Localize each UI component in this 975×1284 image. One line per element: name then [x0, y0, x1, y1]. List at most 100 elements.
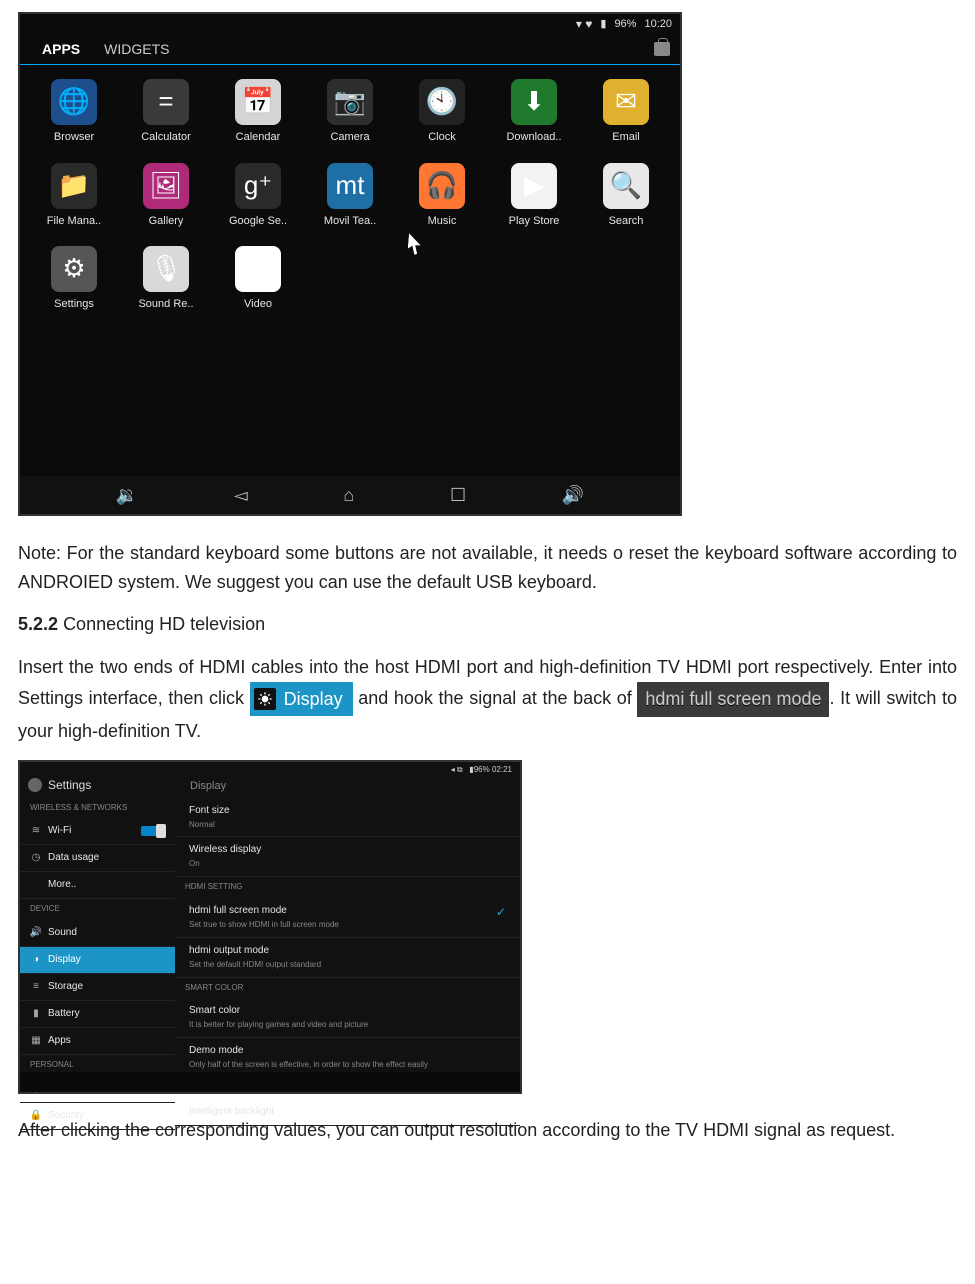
settings-item-sound[interactable]: 🔊 Sound [20, 920, 175, 947]
settings-item-label: Sound [48, 925, 77, 941]
settings-item-more-[interactable]: More.. [20, 872, 175, 899]
settings-item-icon: ▦ [30, 1035, 42, 1047]
settings-item-icon: ≡ [30, 981, 42, 993]
shop-icon[interactable] [654, 42, 670, 56]
settings-display-screenshot: ◂ ⧉ ▮96% 02:21 Settings Display WIRELESS… [18, 760, 522, 1094]
app-camera[interactable]: 📷Camera [308, 79, 392, 147]
app-icon: ▶ [511, 163, 557, 209]
app-sound-re-[interactable]: 🎙 Sound Re.. [124, 246, 208, 314]
battery-icon: ▮ [600, 16, 606, 34]
display-option-intelligent-backlight[interactable]: Intelligent backlight [175, 1099, 520, 1126]
app-google-se-[interactable]: g⁺Google Se.. [216, 163, 300, 231]
app-grid: 🌐 Browser =Calculator📅Calendar📷Camera🕙Cloc… [32, 79, 668, 314]
clock-text: 10:20 [644, 16, 672, 34]
home-icon[interactable]: ⌂ [343, 481, 354, 510]
settings-item-icon: ◑ [30, 954, 42, 966]
app-icon: 📁 [51, 163, 97, 209]
app-icon: 🎙 [143, 246, 189, 292]
settings-item-display[interactable]: ◑ Display [20, 947, 175, 974]
settings-item-icon: 🔊 [30, 927, 42, 939]
app-gallery[interactable]: 🖼Gallery [124, 163, 208, 231]
settings-item-battery[interactable]: ▮Battery [20, 1001, 175, 1028]
settings-item-icon: ▮ [30, 1008, 42, 1020]
settings-status-bar: ◂ ⧉ ▮96% 02:21 [451, 764, 512, 777]
tab-bar: APPS WIDGETS [30, 36, 670, 62]
app-icon: 📅 [235, 79, 281, 125]
app-icon: ⚙ [51, 246, 97, 292]
app-calculator[interactable]: =Calculator [124, 79, 208, 147]
app-label: Sound Re.. [138, 296, 193, 314]
app-browser[interactable]: 🌐 Browser [32, 79, 116, 147]
option-subtitle: Only half of the screen is effective, in… [189, 1059, 506, 1072]
tab-apps[interactable]: APPS [30, 38, 92, 60]
settings-item-security[interactable]: 🔒Security [20, 1103, 175, 1130]
option-subtitle: It is better for playing games and video… [189, 1019, 506, 1032]
display-option-wireless-display[interactable]: Wireless displayOn [175, 837, 520, 877]
vol-up-icon[interactable]: 🔊 [562, 481, 584, 510]
app-label: Settings [54, 296, 94, 314]
status-icons: ▾ ♥ [576, 15, 592, 34]
option-subtitle: Set the default HDMI output standard [189, 959, 506, 972]
app-icon: 🖼 [143, 163, 189, 209]
app-file-mana-[interactable]: 📁 File Mana.. [32, 163, 116, 231]
app-icon: ⬇ [511, 79, 557, 125]
app-icon: 🌐 [51, 79, 97, 125]
app-email[interactable]: ✉Email [584, 79, 668, 147]
app-clock[interactable]: 🕙Clock [400, 79, 484, 147]
option-title: hdmi full screen mode [189, 903, 506, 919]
app-video[interactable]: 4KVideo [216, 246, 300, 314]
settings-item-label: Storage [48, 979, 83, 995]
app-icon: mt [327, 163, 373, 209]
settings-title: Settings [48, 776, 91, 795]
app-icon: 🔍 [603, 163, 649, 209]
display-option-smart-color[interactable]: Smart colorIt is better for playing game… [175, 998, 520, 1038]
recent-icon[interactable]: ☐ [450, 481, 466, 510]
display-gear-icon [254, 688, 276, 710]
back-icon[interactable]: ◅ [234, 481, 248, 510]
section-title: Connecting HD television [63, 614, 265, 634]
option-subtitle: On [189, 858, 506, 871]
settings-item-wi-fi[interactable]: ≋ Wi-Fi [20, 818, 175, 845]
note-paragraph: Note: For the standard keyboard some but… [18, 539, 957, 597]
settings-right-pane: Font sizeNormalWireless displayOn HDMI S… [175, 798, 520, 1092]
settings-header: Settings [28, 776, 91, 795]
app-label: Movil Tea.. [324, 213, 376, 231]
settings-item-data-usage[interactable]: ◷Data usage [20, 845, 175, 872]
app-icon: 🎧 [419, 163, 465, 209]
settings-item-icon: ≋ [30, 825, 42, 837]
app-label: Music [428, 213, 457, 231]
app-download-[interactable]: ⬇ Download.. [492, 79, 576, 147]
tab-widgets[interactable]: WIDGETS [92, 38, 181, 60]
app-label: Search [609, 213, 644, 231]
display-option-hdmi-full-screen-mode[interactable]: ✓hdmi full screen modeSet true to show H… [175, 898, 520, 938]
section-heading: 5.2.2 Connecting HD television [18, 610, 957, 639]
settings-right-title: Display [190, 778, 226, 796]
app-search[interactable]: 🔍 Search [584, 163, 668, 231]
vol-down-icon[interactable]: 🔉 [116, 481, 138, 510]
app-label: File Mana.. [47, 213, 101, 231]
sec-device: DEVICE [20, 899, 175, 920]
settings-item-label: Wi-Fi [48, 823, 71, 839]
para2b: and hook the signal at the back of [358, 688, 632, 708]
section-number: 5.2.2 [18, 614, 58, 634]
app-label: Browser [54, 129, 94, 147]
app-icon: 4K [235, 246, 281, 292]
settings-item-label: Display [48, 952, 81, 968]
settings-item-apps[interactable]: ▦Apps [20, 1028, 175, 1055]
app-label: Google Se.. [229, 213, 287, 231]
app-label: Download.. [506, 129, 561, 147]
display-option-hdmi-output-mode[interactable]: hdmi output modeSet the default HDMI out… [175, 938, 520, 978]
app-label: Calculator [141, 129, 191, 147]
app-movil-tea-[interactable]: mt Movil Tea.. [308, 163, 392, 231]
app-music[interactable]: 🎧 Music [400, 163, 484, 231]
app-icon: 🕙 [419, 79, 465, 125]
display-option-font-size[interactable]: Font sizeNormal [175, 798, 520, 838]
app-play-store[interactable]: ▶Play Store [492, 163, 576, 231]
display-badge-label: Display [284, 685, 343, 714]
wifi-toggle[interactable] [141, 826, 165, 836]
settings-item-label: Security [48, 1108, 84, 1124]
app-icon: ✉ [603, 79, 649, 125]
app-settings[interactable]: ⚙ Settings [32, 246, 116, 314]
settings-item-storage[interactable]: ≡ Storage [20, 974, 175, 1001]
app-calendar[interactable]: 📅Calendar [216, 79, 300, 147]
